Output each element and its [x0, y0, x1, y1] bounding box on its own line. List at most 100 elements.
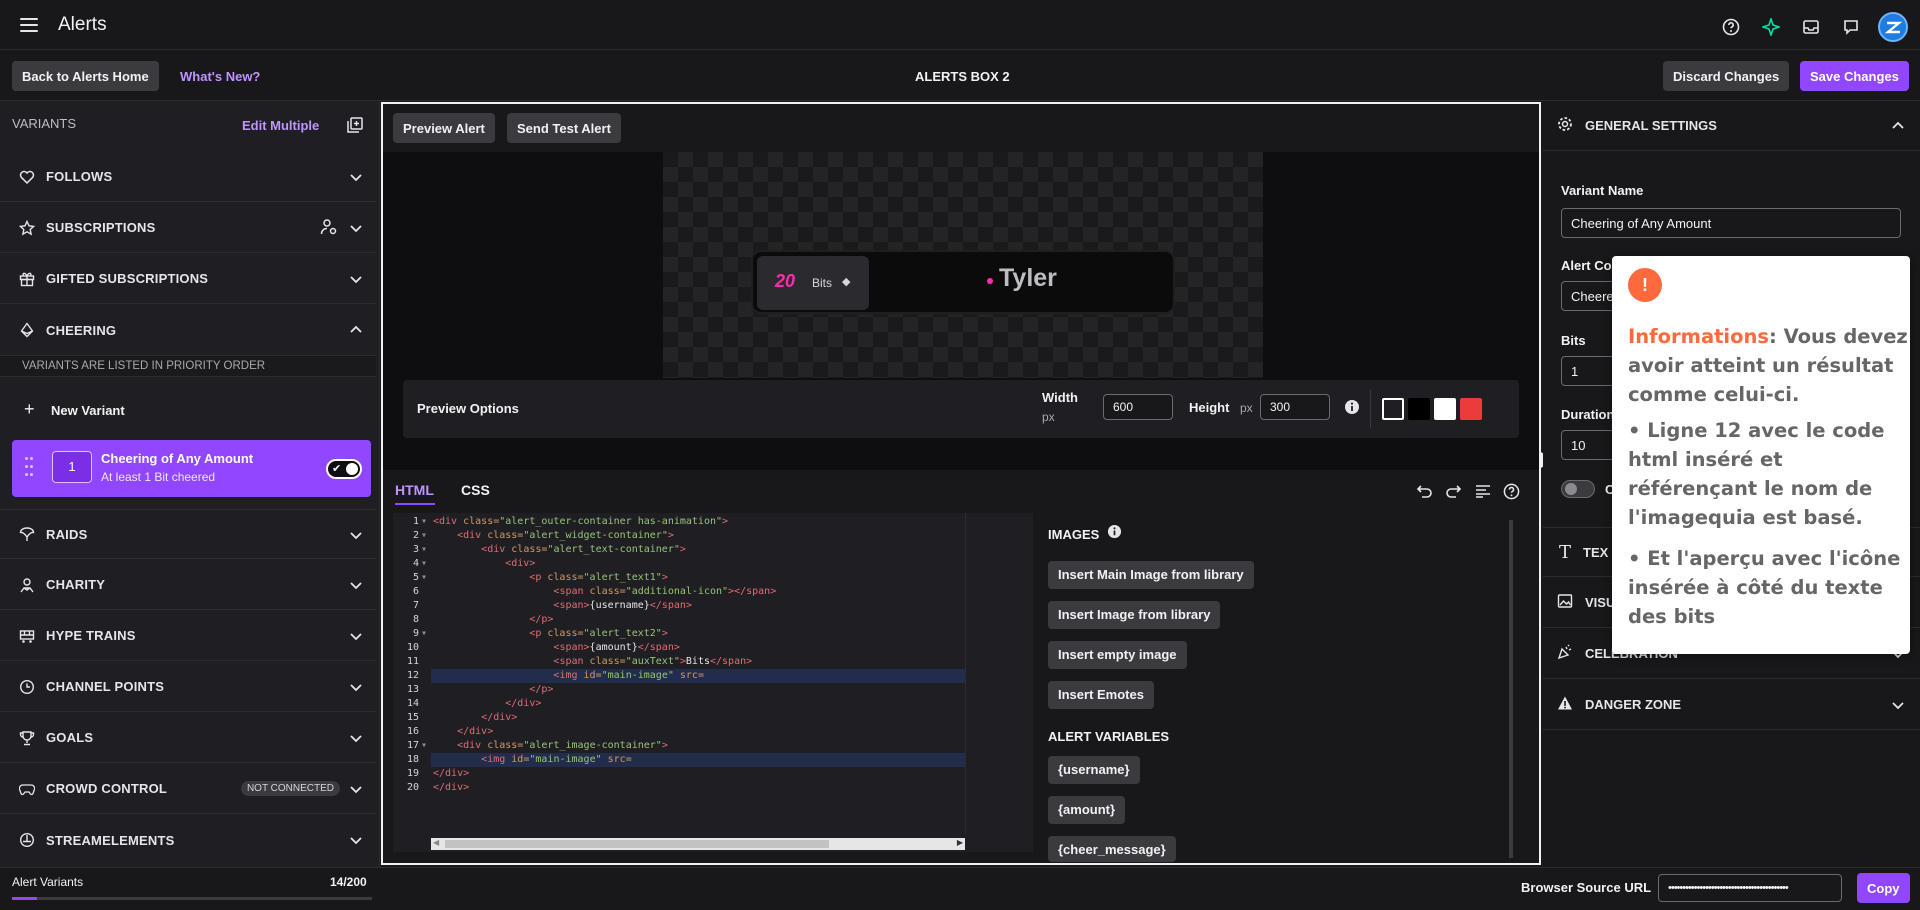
undo-icon[interactable]: [1416, 483, 1433, 502]
swatch-white[interactable]: [1434, 398, 1456, 420]
chevron-down-icon[interactable]: [1890, 697, 1906, 713]
chevron-down-icon[interactable]: [348, 577, 364, 593]
code-line[interactable]: <span>{username}</span>: [433, 599, 963, 613]
code-line[interactable]: </div>: [433, 697, 963, 711]
tab-css[interactable]: CSS: [461, 482, 490, 498]
code-line[interactable]: <p class="alert_text2">: [433, 627, 963, 641]
category-crowd-control[interactable]: CROWD CONTROL NOT CONNECTED: [0, 764, 376, 814]
swatch-dark[interactable]: [1382, 398, 1404, 420]
code-line[interactable]: </div>: [433, 781, 963, 795]
settings-toggle[interactable]: [1561, 480, 1595, 498]
horizontal-scrollbar[interactable]: ◀ ▶: [431, 838, 965, 850]
code-line[interactable]: <span>{amount}</span>: [433, 641, 963, 655]
code-editor[interactable]: 1 2 3 4 5 6 7 8 9 10 11 12 13 14 15 16 17 18 19 20 ▾ ▾ ▾ ▾ ▾ ▾ …: [393, 513, 1033, 852]
info-icon[interactable]: [1344, 399, 1360, 418]
fold-marker[interactable]: ▾: [421, 543, 431, 557]
insert-empty-image-button[interactable]: Insert empty image: [1048, 641, 1187, 669]
insert-emotes-button[interactable]: Insert Emotes: [1048, 681, 1154, 709]
insert-image-button[interactable]: Insert Image from library: [1048, 601, 1221, 629]
scroll-right-icon[interactable]: ▶: [957, 838, 963, 847]
variant-card-selected[interactable]: 1 Cheering of Any Amount At least 1 Bit …: [12, 440, 371, 497]
chevron-down-icon[interactable]: [348, 679, 364, 695]
preview-alert-button[interactable]: Preview Alert: [393, 113, 495, 143]
chevron-up-icon[interactable]: [1890, 118, 1906, 134]
plus-icon[interactable]: +: [24, 400, 35, 418]
height-input[interactable]: 300: [1260, 394, 1330, 420]
variable-amount[interactable]: {amount}: [1048, 796, 1126, 824]
code-line[interactable]: </p>: [433, 613, 963, 627]
copy-button[interactable]: Copy: [1857, 873, 1910, 903]
fold-marker[interactable]: ▾: [421, 529, 431, 543]
new-variant-button[interactable]: New Variant: [51, 403, 125, 418]
redo-icon[interactable]: [1445, 483, 1462, 502]
insert-panel-scrollbar[interactable]: [1509, 520, 1513, 858]
code-line[interactable]: </div>: [433, 711, 963, 725]
danger-zone-section[interactable]: DANGER ZONE: [1543, 680, 1920, 730]
format-icon[interactable]: [1475, 484, 1491, 501]
category-goals[interactable]: GOALS: [0, 713, 376, 763]
code-line[interactable]: <img id="main-image" src=: [433, 753, 963, 767]
discard-changes-button[interactable]: Discard Changes: [1663, 61, 1790, 91]
hamburger-menu-icon[interactable]: [20, 17, 38, 32]
chevron-down-icon[interactable]: [348, 527, 364, 543]
code-lines[interactable]: <div class="alert_outer-container has-an…: [433, 515, 963, 795]
category-gifted-subscriptions[interactable]: GIFTED SUBSCRIPTIONS: [0, 254, 376, 304]
send-test-alert-button[interactable]: Send Test Alert: [507, 113, 621, 143]
chevron-up-icon[interactable]: [348, 322, 364, 338]
help-icon[interactable]: [1718, 14, 1744, 40]
save-changes-button[interactable]: Save Changes: [1800, 61, 1909, 91]
code-line[interactable]: <div class="alert_outer-container has-an…: [433, 515, 963, 529]
fold-marker[interactable]: ▾: [421, 739, 431, 753]
scrollbar-thumb[interactable]: [445, 840, 829, 848]
code-line[interactable]: <span class="additional-icon"></span>: [433, 585, 963, 599]
chevron-down-icon[interactable]: [348, 169, 364, 185]
user-settings-icon[interactable]: [320, 218, 338, 239]
code-line[interactable]: <span class="auxText">Bits</span>: [433, 655, 963, 669]
browser-source-url-field[interactable]: ••••••••••••••••••••••••••••••••••••••••…: [1658, 874, 1842, 902]
variant-enabled-toggle[interactable]: ✔: [326, 459, 362, 479]
category-hype-trains[interactable]: HYPE TRAINS: [0, 611, 376, 661]
swatch-black[interactable]: [1408, 398, 1430, 420]
add-copy-icon[interactable]: [347, 117, 363, 136]
width-input[interactable]: 600: [1103, 394, 1173, 420]
chevron-down-icon[interactable]: [348, 781, 364, 797]
variant-name-input[interactable]: Cheering of Any Amount: [1561, 208, 1901, 238]
info-icon[interactable]: [1107, 524, 1122, 542]
fold-marker[interactable]: ▾: [421, 627, 431, 641]
insert-main-image-button[interactable]: Insert Main Image from library: [1048, 561, 1254, 589]
general-settings-header[interactable]: GENERAL SETTINGS: [1543, 101, 1920, 151]
category-charity[interactable]: CHARITY: [0, 560, 376, 610]
code-line[interactable]: <div class="alert_image-container">: [433, 739, 963, 753]
code-line[interactable]: </p>: [433, 683, 963, 697]
code-line[interactable]: <div class="alert_widget-container">: [433, 529, 963, 543]
category-subscriptions[interactable]: SUBSCRIPTIONS: [0, 203, 376, 253]
chat-icon[interactable]: [1838, 14, 1864, 40]
inbox-icon[interactable]: [1798, 14, 1824, 40]
category-channel-points[interactable]: CHANNEL POINTS: [0, 662, 376, 712]
variable-username[interactable]: {username}: [1048, 756, 1140, 784]
chevron-down-icon[interactable]: [348, 628, 364, 644]
fold-marker[interactable]: ▾: [421, 571, 431, 585]
avatar[interactable]: [1878, 12, 1908, 42]
edit-multiple-link[interactable]: Edit Multiple: [242, 118, 319, 133]
tab-html[interactable]: HTML: [395, 482, 434, 498]
code-line[interactable]: </div>: [433, 725, 963, 739]
fold-marker[interactable]: ▾: [421, 515, 431, 529]
chevron-down-icon[interactable]: [348, 832, 364, 848]
priority-field[interactable]: 1: [52, 451, 92, 483]
code-line[interactable]: <div>: [433, 557, 963, 571]
back-to-alerts-home-button[interactable]: Back to Alerts Home: [12, 61, 159, 91]
category-follows[interactable]: FOLLOWS: [0, 152, 376, 202]
swatch-red[interactable]: [1460, 398, 1482, 420]
category-raids[interactable]: RAIDS: [0, 509, 376, 559]
variable-cheer-message[interactable]: {cheer_message}: [1048, 836, 1176, 862]
help-icon[interactable]: [1503, 483, 1520, 503]
sparkle-icon[interactable]: [1758, 14, 1784, 40]
scroll-left-icon[interactable]: ◀: [433, 838, 439, 847]
code-line[interactable]: </div>: [433, 767, 963, 781]
chevron-down-icon[interactable]: [348, 220, 364, 236]
code-line[interactable]: <div class="alert_text-container">: [433, 543, 963, 557]
drag-handle-icon[interactable]: [25, 457, 33, 479]
fold-marker[interactable]: ▾: [421, 557, 431, 571]
whats-new-link[interactable]: What's New?: [180, 69, 260, 84]
